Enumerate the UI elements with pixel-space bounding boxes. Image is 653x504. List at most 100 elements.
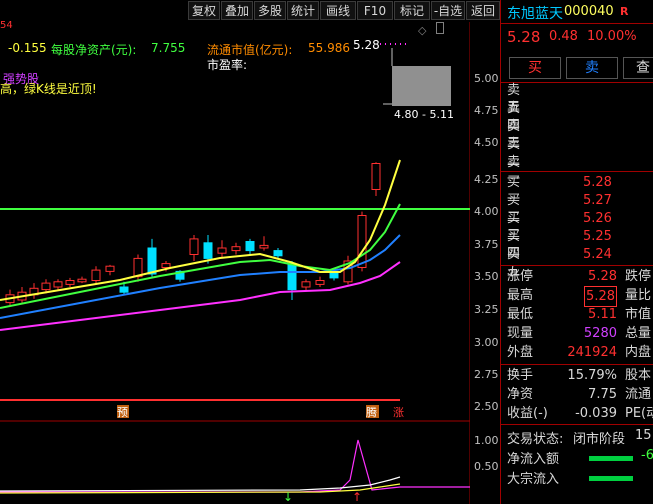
candle-body xyxy=(245,241,255,252)
stat-value: 5.28 xyxy=(588,269,617,284)
stat-row: 外盘 241924 内盘 xyxy=(507,343,653,362)
bigorder-bar xyxy=(589,476,633,481)
candle-body xyxy=(273,250,283,257)
stat-value: 241924 xyxy=(567,345,617,360)
range-box-label: 4.80 - 5.11 xyxy=(394,108,454,121)
candle-body xyxy=(41,282,51,291)
netflow-bar xyxy=(589,456,633,461)
price-axis-tick: 4.25 xyxy=(474,173,499,186)
candle-body xyxy=(133,257,143,278)
trade-time: 15: xyxy=(635,428,653,443)
stock-chart-app: 复权 叠加 多股 统计 画线 F10 标记 -自选 返回 54 -0.155 每… xyxy=(0,0,653,504)
bigorder-label: 大宗流入 xyxy=(507,472,560,487)
candle-body xyxy=(371,163,381,190)
stat-label-2: PE(动 xyxy=(625,406,653,421)
stat-row: 涨停 5.28 跌停 xyxy=(507,267,653,286)
candle-body xyxy=(147,247,157,275)
stat-row: 最高 5.28 量比 xyxy=(507,286,653,307)
stat-label-2: 总量 xyxy=(625,326,652,341)
ma5-line xyxy=(0,159,401,301)
candlestick-chart: 4.80 - 5.11 预 腾 涨 ↓ ↑ xyxy=(0,22,470,504)
bid-price: 5.26 xyxy=(583,211,612,226)
candle-body xyxy=(119,286,129,293)
query-button[interactable]: 查 xyxy=(623,57,653,79)
sub-indicator-white xyxy=(0,476,401,492)
sell-button[interactable]: 卖 xyxy=(566,57,618,79)
marker-teng-text: 腾 xyxy=(366,405,377,419)
stat-label-2: 跌停 xyxy=(625,269,652,284)
candle-body xyxy=(105,265,115,272)
stat-label-2: 内盘 xyxy=(625,345,652,360)
stat-value: 5.11 xyxy=(588,307,617,322)
candle-body xyxy=(259,244,269,249)
candle-body xyxy=(287,263,297,291)
price-axis-tick: 3.00 xyxy=(474,336,499,349)
toolbar-back-button[interactable]: 返回 xyxy=(466,1,500,20)
stat-row: 换手 15.79% 股本 xyxy=(507,366,653,385)
price-change: 0.48 xyxy=(549,29,578,44)
status-sep xyxy=(501,424,653,425)
stat-value: -0.039 xyxy=(575,406,617,421)
ma10-line xyxy=(0,203,401,309)
sub-axis-tick: 0.50 xyxy=(474,460,499,473)
stat-label: 涨停 xyxy=(507,269,534,284)
netflow-label: 净流入额 xyxy=(507,452,560,467)
sub-axis-tick: 1.00 xyxy=(474,434,499,447)
stat-value: 15.79% xyxy=(567,368,617,383)
price-axis-tick: 4.50 xyxy=(474,136,499,149)
stat-row: 收益(-) -0.039 PE(动 xyxy=(507,404,653,423)
stats-sep xyxy=(501,364,653,365)
candle-body xyxy=(53,281,63,288)
stat-label: 最高 xyxy=(507,288,534,303)
orderbook-top-sep xyxy=(501,82,653,83)
stat-label: 现量 xyxy=(507,326,534,341)
candle-body xyxy=(301,281,311,288)
stock-code: 000040 xyxy=(564,4,614,19)
bid-price: 5.25 xyxy=(583,229,612,244)
buy-button[interactable]: 买 xyxy=(509,57,561,79)
price-range-box xyxy=(392,66,451,106)
candle-body xyxy=(77,278,87,283)
stat-label-2: 市值 xyxy=(625,307,652,322)
r-mark: R xyxy=(620,5,629,18)
stat-value: 5.28 xyxy=(584,286,617,307)
price-axis-tick: 4.75 xyxy=(474,104,499,117)
stock-name: 东旭蓝天 xyxy=(507,6,563,22)
bid-price: 5.27 xyxy=(583,193,612,208)
candle-body xyxy=(91,269,101,282)
stat-row: 净资 7.75 流通 xyxy=(507,385,653,404)
orderbook-bottom-sep xyxy=(501,265,653,266)
stat-label-2: 量比 xyxy=(625,288,652,303)
stat-label: 最低 xyxy=(507,307,534,322)
stat-row: 现量 5280 总量 xyxy=(507,324,653,343)
quote-panel: 东旭蓝天 000040 R 5.28 0.48 10.00% 买 卖 查 卖五卖… xyxy=(501,0,653,504)
stat-value: 5280 xyxy=(583,326,617,341)
candle-body xyxy=(315,280,325,285)
price-axis-tick: 5.00 xyxy=(474,72,499,85)
quote-header-sep xyxy=(501,23,653,24)
price-axis-tick: 3.50 xyxy=(474,270,499,283)
down-arrow-icon: ↓ xyxy=(283,490,293,504)
candle-body xyxy=(357,215,367,268)
price-axis-tick: 4.00 xyxy=(474,205,499,218)
marker-yu-text: 预 xyxy=(117,406,128,419)
price-axis-tick: 3.25 xyxy=(474,303,499,316)
last-price: 5.28 xyxy=(507,28,541,46)
bid-price: 5.28 xyxy=(583,175,612,190)
bid-price: 5.24 xyxy=(583,247,612,262)
trade-status-value: 闭市阶段 xyxy=(573,432,626,447)
stat-label-2: 股本 xyxy=(625,368,652,383)
netflow-value: -6 xyxy=(641,448,653,463)
stat-label-2: 流通 xyxy=(625,387,652,402)
stat-label: 外盘 xyxy=(507,345,534,360)
candle-body xyxy=(217,247,227,254)
stat-row: 最低 5.11 市值 xyxy=(507,305,653,324)
price-axis-tick: 3.75 xyxy=(474,238,499,251)
stat-label: 收益(-) xyxy=(507,406,548,421)
candle-body xyxy=(231,246,241,252)
candle-body xyxy=(161,263,171,269)
trade-status-label: 交易状态: xyxy=(507,432,564,447)
price-axis-tick: 2.75 xyxy=(474,368,499,381)
candle-body xyxy=(203,242,213,259)
up-arrow-icon: ↑ xyxy=(352,490,362,504)
